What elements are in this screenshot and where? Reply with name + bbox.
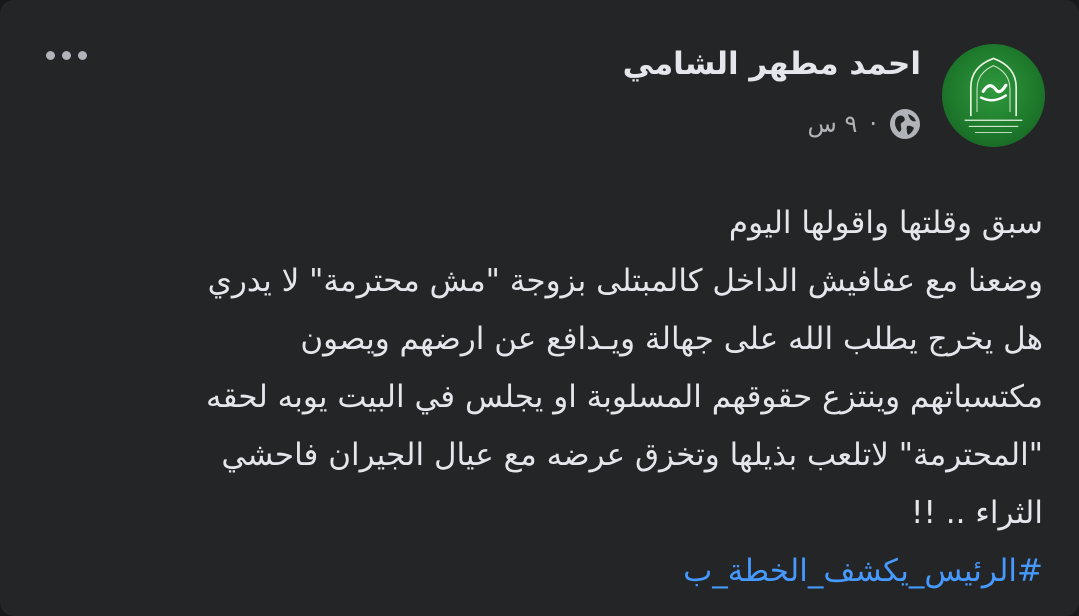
meta-separator: · [869, 110, 877, 138]
more-dot [45, 50, 55, 60]
hashtag-link[interactable]: #الرئيس_يكشف_الخطة_ب [683, 553, 1043, 589]
avatar-logo-icon [964, 57, 1023, 133]
post-line: الثراء .. !! [911, 495, 1043, 531]
more-dot [61, 50, 71, 60]
avatar[interactable] [942, 44, 1045, 147]
post-meta: ٩ س · [808, 108, 921, 140]
post-line: "المحترمة" لاتلعب بذيلها وتخزق عرضه مع ع… [221, 437, 1043, 473]
post-line: وضعنا مع عفافيش الداخل كالمبتلى بزوجة "م… [207, 263, 1043, 299]
hashtag-line: #الرئيس_يكشف_الخطة_ب [33, 542, 1043, 600]
timestamp[interactable]: ٩ س [808, 110, 858, 138]
post-card: احمد مطهر الشامي ٩ س · سبق وقلتها واقوله… [0, 0, 1079, 616]
post-line: سبق وقلتها واقولها اليوم [728, 205, 1043, 241]
more-options-button[interactable] [36, 40, 96, 70]
post-line: مكتسباتهم وينتزع حقوقهم المسلوبة او يجلس… [206, 379, 1043, 415]
more-dot [77, 50, 87, 60]
author-name[interactable]: احمد مطهر الشامي [623, 46, 921, 82]
post-body: سبق وقلتها واقولها اليوم وضعنا مع عفافيش… [33, 194, 1043, 600]
globe-icon[interactable] [889, 108, 921, 140]
post-line: هل يخرج يطلب الله على جهالة ويـدافع عن ا… [300, 321, 1043, 357]
